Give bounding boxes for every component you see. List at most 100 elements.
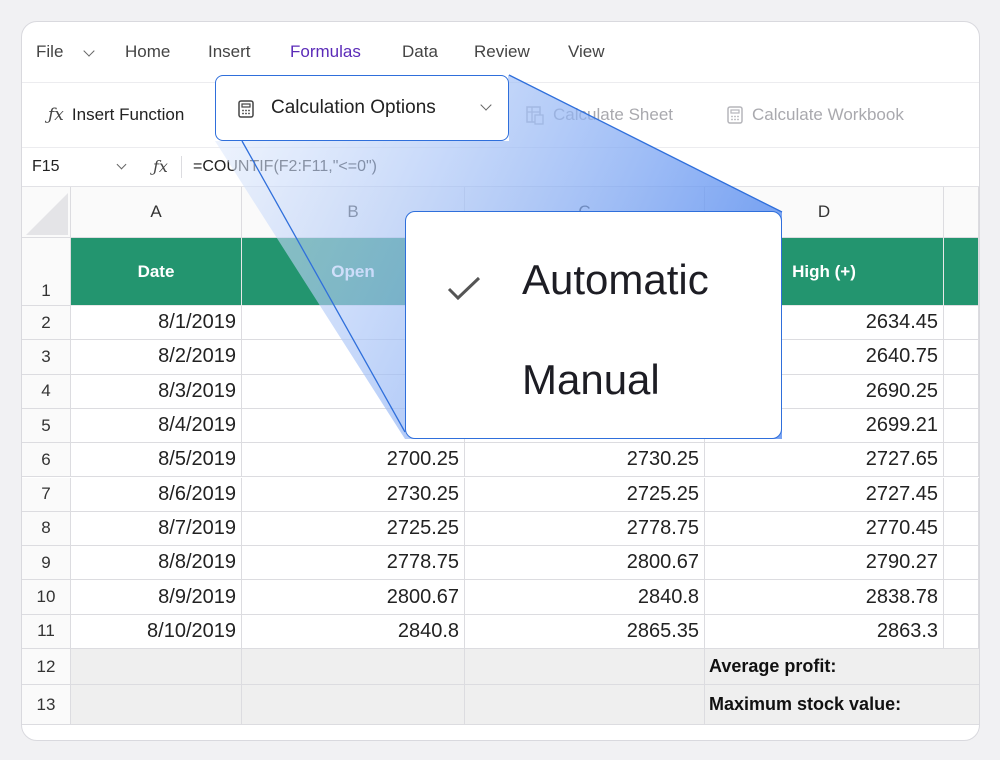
formula-bar: F15 ƒx =COUNTIF(F2:F11,"<=0") (22, 148, 979, 187)
chevron-down-icon[interactable] (116, 159, 127, 170)
table-cell[interactable] (944, 374, 979, 409)
summary-cell[interactable] (71, 685, 242, 725)
row-header[interactable]: 5 (22, 408, 71, 444)
summary-cell[interactable] (465, 685, 705, 725)
table-cell[interactable]: 8/2/2019 (71, 340, 242, 375)
table-cell[interactable]: 2840.8 (242, 614, 465, 649)
summary-cell[interactable] (71, 649, 242, 685)
row-header-1[interactable]: 1 (22, 238, 71, 306)
summary-label[interactable]: Maximum stock value: (705, 685, 979, 725)
corner-triangle-icon (26, 192, 68, 235)
summary-cell[interactable] (465, 649, 705, 685)
menu-view[interactable]: View (568, 42, 605, 62)
row-header[interactable]: 7 (22, 477, 71, 512)
dropdown-item-label: Manual (522, 356, 660, 403)
table-cell[interactable]: 8/4/2019 (71, 408, 242, 444)
function-icon[interactable]: ƒx (153, 157, 168, 176)
table-header-cell[interactable]: Date (71, 238, 242, 306)
table-cell[interactable]: 2730.25 (242, 477, 465, 512)
table-cell[interactable] (944, 408, 979, 444)
table-cell[interactable]: 2700.25 (242, 443, 465, 478)
table-cell[interactable]: 2790.27 (705, 546, 944, 581)
insert-function-label: Insert Function (71, 105, 185, 124)
table-cell[interactable]: 8/9/2019 (71, 580, 242, 615)
menu-home[interactable]: Home (125, 42, 170, 62)
table-cell[interactable] (944, 614, 979, 649)
table-cell[interactable]: 2778.75 (465, 511, 705, 547)
row-header[interactable]: 2 (22, 306, 71, 341)
row-header[interactable]: 9 (22, 546, 71, 581)
table-cell[interactable]: 2800.67 (242, 580, 465, 615)
row-header[interactable]: 4 (22, 374, 71, 409)
table-cell[interactable]: 8/8/2019 (71, 546, 242, 581)
table-cell[interactable]: 2863.3 (705, 614, 944, 649)
calculate-sheet-icon (526, 106, 544, 125)
row-header[interactable]: 3 (22, 340, 71, 375)
table-cell[interactable]: 8/6/2019 (71, 477, 242, 512)
calculation-options-button[interactable]: Calculation Options (215, 75, 509, 141)
table-cell[interactable] (944, 306, 979, 341)
table-cell[interactable]: 8/5/2019 (71, 443, 242, 478)
menu-review[interactable]: Review (474, 42, 530, 62)
table-cell[interactable] (944, 546, 979, 581)
calculator-icon (727, 106, 743, 124)
table-cell[interactable]: 2770.45 (705, 511, 944, 547)
row-header[interactable]: 6 (22, 443, 71, 478)
table-header-cell[interactable] (944, 238, 979, 306)
calculator-icon (238, 100, 254, 118)
column-header-blank[interactable] (944, 187, 979, 238)
row-header[interactable]: 13 (22, 685, 71, 725)
calculate-workbook-button[interactable]: Calculate Workbook (726, 105, 904, 125)
table-cell[interactable]: 2838.78 (705, 580, 944, 615)
dropdown-item-label: Automatic (522, 256, 709, 303)
calculate-workbook-label: Calculate Workbook (752, 105, 904, 124)
table-cell[interactable]: 8/7/2019 (71, 511, 242, 547)
summary-label[interactable]: Average profit: (705, 649, 979, 685)
menu-insert[interactable]: Insert (208, 42, 251, 62)
table-cell[interactable]: 2727.45 (705, 477, 944, 512)
formula-bar-divider (181, 156, 182, 178)
table-cell[interactable]: 2865.35 (465, 614, 705, 649)
table-cell[interactable]: 2725.25 (465, 477, 705, 512)
insert-function-button[interactable]: ƒx Insert Function (48, 105, 184, 125)
table-cell[interactable] (944, 340, 979, 375)
menu-file[interactable]: File (36, 42, 63, 62)
dropdown-item-automatic[interactable]: Automatic (406, 227, 781, 317)
checkmark-icon (447, 276, 481, 301)
table-cell[interactable]: 2800.67 (465, 546, 705, 581)
row-header[interactable]: 12 (22, 649, 71, 685)
row-header[interactable]: 8 (22, 511, 71, 547)
table-cell[interactable]: 2730.25 (465, 443, 705, 478)
spreadsheet-window: File Home Insert Formulas Data Review Vi… (21, 21, 980, 741)
chevron-down-icon (480, 99, 492, 111)
table-cell[interactable]: 2778.75 (242, 546, 465, 581)
table-cell[interactable]: 8/10/2019 (71, 614, 242, 649)
table-cell[interactable] (944, 511, 979, 547)
dropdown-item-manual[interactable]: Manual (406, 330, 781, 420)
calculation-options-label: Calculation Options (271, 97, 436, 118)
table-cell[interactable]: 8/1/2019 (71, 306, 242, 341)
table-cell[interactable]: 2725.25 (242, 511, 465, 547)
table-cell[interactable] (944, 580, 979, 615)
select-all-corner[interactable] (22, 187, 71, 238)
menu-data[interactable]: Data (402, 42, 438, 62)
name-box[interactable]: F15 (32, 158, 60, 176)
menu-bar: File Home Insert Formulas Data Review Vi… (22, 22, 979, 83)
summary-cell[interactable] (242, 685, 465, 725)
row-header[interactable]: 11 (22, 614, 71, 649)
formula-input[interactable]: =COUNTIF(F2:F11,"<=0") (193, 158, 377, 176)
summary-cell[interactable] (242, 649, 465, 685)
menu-formulas[interactable]: Formulas (290, 42, 361, 62)
table-cell[interactable] (944, 443, 979, 478)
table-cell[interactable]: 2840.8 (465, 580, 705, 615)
table-cell[interactable]: 2727.65 (705, 443, 944, 478)
function-icon: ƒx (48, 105, 64, 125)
calculation-options-dropdown: Automatic Manual (405, 211, 782, 439)
table-cell[interactable] (944, 477, 979, 512)
table-cell[interactable]: 8/3/2019 (71, 374, 242, 409)
calculate-sheet-button[interactable]: Calculate Sheet (525, 105, 673, 125)
calculate-sheet-label: Calculate Sheet (553, 105, 674, 124)
column-header-a[interactable]: A (71, 187, 242, 238)
chevron-down-icon[interactable] (83, 45, 95, 57)
row-header[interactable]: 10 (22, 580, 71, 615)
